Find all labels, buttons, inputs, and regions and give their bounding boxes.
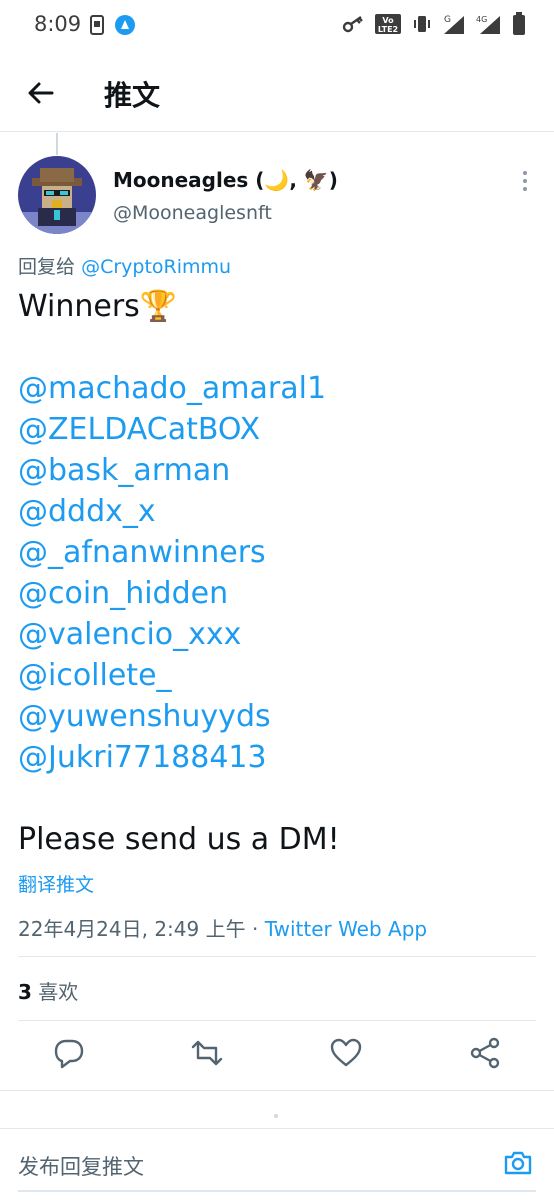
key-icon (342, 15, 364, 37)
svg-text:G: G (444, 15, 451, 25)
battery-icon (512, 12, 526, 40)
signal-g-icon: G (442, 13, 466, 39)
section-separator (0, 1090, 554, 1128)
tweet-source-link[interactable]: Twitter Web App (265, 917, 427, 941)
svg-text:4G: 4G (476, 15, 487, 24)
avatar[interactable] (18, 156, 96, 234)
back-arrow-icon[interactable] (24, 76, 58, 110)
scroll-indicator-dot (274, 1114, 278, 1118)
winner-mention[interactable]: @machado_amaral1 (18, 368, 538, 409)
sim-card-icon (90, 15, 104, 39)
app-header: 推文 (0, 52, 554, 132)
translate-tweet-link[interactable]: 翻译推文 (18, 870, 94, 897)
app-notification-icon (114, 14, 136, 40)
composer-underline (18, 1190, 536, 1192)
tweet-meta: 22年4月24日, 2:49 上午 · Twitter Web App (18, 913, 427, 942)
tweet-actions (0, 1036, 554, 1078)
winner-mention[interactable]: @bask_arman (18, 450, 538, 491)
tweet-closing: Please send us a DM! (18, 822, 340, 857)
meta-separator: · (251, 917, 259, 941)
svg-text:LTE2: LTE2 (378, 25, 398, 34)
svg-text:Vo: Vo (382, 16, 394, 25)
tweet-timestamp[interactable]: 22年4月24日, 2:49 上午 (18, 917, 246, 941)
winner-mention[interactable]: @ZELDACatBOX (18, 409, 538, 450)
tweet-text: Winners🏆 @machado_amaral1 @ZELDACatBOX @… (18, 286, 538, 860)
reply-to-mention[interactable]: @CryptoRimmu (81, 256, 231, 278)
winner-mention[interactable]: @valencio_xxx (18, 614, 538, 655)
reply-to-line: 回复给 @CryptoRimmu (18, 252, 231, 279)
reply-icon[interactable] (52, 1036, 86, 1070)
winner-mention[interactable]: @dddx_x (18, 491, 538, 532)
signal-4g-icon: 4G (476, 13, 502, 39)
winner-mention[interactable]: @coin_hidden (18, 573, 538, 614)
more-options-icon[interactable] (520, 170, 530, 192)
volte-icon: Vo LTE2 (374, 13, 402, 39)
status-time: 8:09 (34, 12, 82, 36)
winner-mention[interactable]: @icollete_ (18, 655, 538, 696)
reply-to-prefix: 回复给 (18, 256, 76, 278)
share-icon[interactable] (468, 1036, 502, 1070)
status-bar: 8:09 Vo LTE2 G 4G (0, 0, 554, 52)
winner-mention[interactable]: @Jukri77188413 (18, 737, 538, 778)
camera-icon[interactable] (502, 1147, 534, 1179)
vibrate-icon (412, 14, 432, 38)
thread-connector-line (56, 133, 58, 155)
reply-input-placeholder[interactable]: 发布回复推文 (18, 1151, 144, 1181)
winner-mention[interactable]: @yuwenshuyyds (18, 696, 538, 737)
like-icon[interactable] (329, 1036, 363, 1070)
divider (18, 1020, 536, 1021)
author-handle[interactable]: @Mooneaglesnft (113, 202, 272, 224)
page-title: 推文 (104, 79, 161, 112)
likes-summary[interactable]: 3 喜欢 (18, 976, 78, 1005)
divider (18, 956, 536, 957)
retweet-icon[interactable] (190, 1036, 224, 1070)
likes-count: 3 (18, 980, 32, 1004)
likes-label: 喜欢 (38, 980, 79, 1004)
winner-mention[interactable]: @_afnanwinners (18, 532, 538, 573)
author-name[interactable]: Mooneagles (🌙, 🦅) (113, 168, 338, 192)
tweet-heading: Winners🏆 (18, 289, 178, 324)
